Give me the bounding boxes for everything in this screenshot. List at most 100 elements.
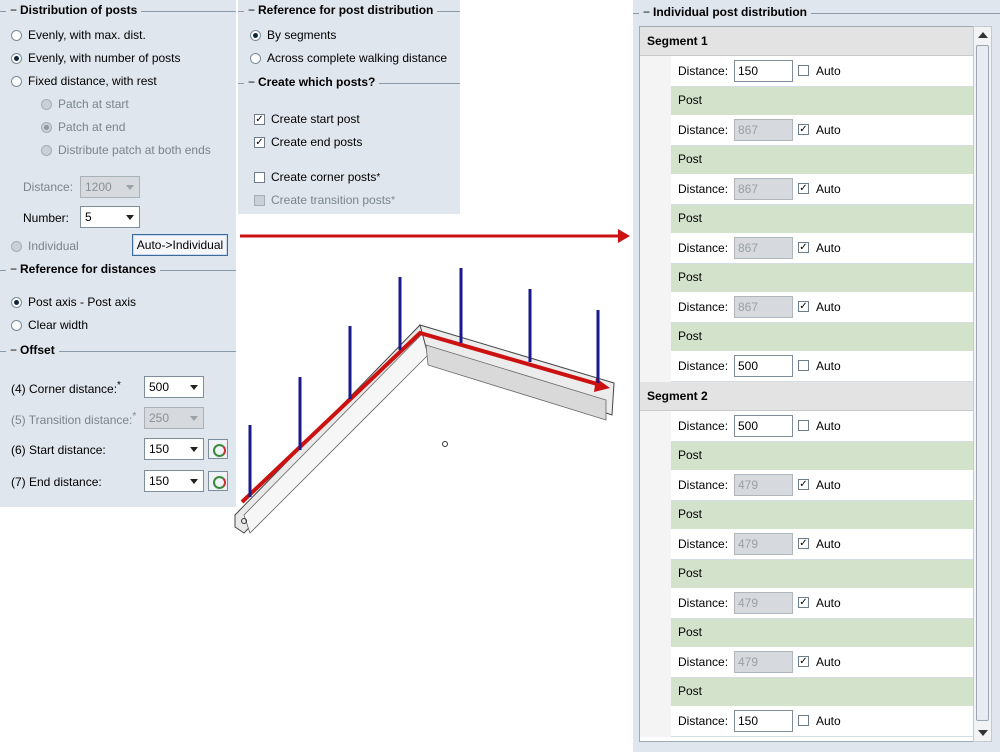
- end-distance-combo[interactable]: 150: [144, 470, 204, 492]
- post-row[interactable]: Post: [671, 264, 973, 292]
- distance-label: Distance:: [678, 64, 729, 78]
- distance-input[interactable]: 150: [734, 710, 793, 732]
- auto-label: Auto: [816, 537, 841, 551]
- number-label: Number:: [23, 211, 70, 225]
- checkmark-icon[interactable]: ✓: [798, 538, 809, 549]
- radio-icon: [11, 296, 22, 308]
- post-row[interactable]: Post: [671, 560, 973, 588]
- check-end-posts[interactable]: ✓ Create end posts: [254, 135, 362, 149]
- scroll-down-icon[interactable]: [978, 730, 988, 736]
- distance-row: Distance: 867 ✓ Auto: [671, 174, 973, 205]
- checkmark-icon[interactable]: ✓: [798, 479, 809, 490]
- radio-patch-start: Patch at start: [41, 97, 129, 111]
- scrollbar[interactable]: [973, 26, 992, 742]
- beam-left-face: [243, 330, 429, 534]
- checkbox-icon[interactable]: [798, 360, 809, 371]
- distance-row: Distance: 867 ✓ Auto: [671, 292, 973, 323]
- checkmark-icon: ✓: [254, 136, 265, 148]
- corner-distance-combo[interactable]: 500: [144, 376, 204, 398]
- checkbox-icon[interactable]: [798, 65, 809, 76]
- corner-distance-label: (4) Corner distance:*: [11, 380, 121, 396]
- distance-label: Distance:: [678, 300, 729, 314]
- radio-icon: [41, 144, 52, 156]
- radio-fixed-distance[interactable]: Fixed distance, with rest: [11, 74, 157, 88]
- post-row[interactable]: Post: [671, 87, 973, 115]
- individual-distribution-panel: Individual post distribution Segment 1 Di…: [633, 0, 1000, 752]
- radio-post-axis[interactable]: Post axis - Post axis: [11, 295, 136, 309]
- post-row[interactable]: Post: [671, 323, 973, 351]
- segment-indent: [640, 411, 671, 737]
- distance-input: 867: [734, 119, 793, 141]
- auto-label: Auto: [816, 359, 841, 373]
- radio-by-segments[interactable]: By segments: [250, 28, 336, 42]
- transition-distance-label: (5) Transition distance:*: [11, 411, 137, 427]
- distance-row: Distance: 867 ✓ Auto: [671, 115, 973, 146]
- auto-label: Auto: [816, 419, 841, 433]
- number-combo[interactable]: 5: [80, 206, 140, 228]
- distance-label: Distance:: [678, 478, 729, 492]
- checkbox-icon: [254, 171, 265, 183]
- scroll-up-icon[interactable]: [978, 32, 988, 38]
- check-start-post[interactable]: ✓ Create start post: [254, 112, 360, 126]
- auto-label: Auto: [816, 655, 841, 669]
- distance-input: 479: [734, 533, 793, 555]
- post-row[interactable]: Post: [671, 205, 973, 233]
- radio-icon: [11, 29, 22, 41]
- radio-complete-walking[interactable]: Across complete walking distance: [250, 51, 447, 65]
- check-transition-posts: Create transition posts *: [254, 193, 395, 207]
- post-row[interactable]: Post: [671, 501, 973, 529]
- distance-label: Distance:: [678, 655, 729, 669]
- checkbox-icon[interactable]: [798, 420, 809, 431]
- segment-header[interactable]: Segment 2: [640, 382, 973, 411]
- checkmark-icon[interactable]: ✓: [798, 242, 809, 253]
- reference-distances-section: Reference for distances Post axis - Post…: [0, 262, 236, 343]
- checkmark-icon[interactable]: ✓: [798, 301, 809, 312]
- radio-icon: [11, 240, 22, 252]
- start-distance-label: (6) Start distance:: [11, 443, 106, 457]
- start-distance-combo[interactable]: 150: [144, 438, 204, 460]
- pick-point-icon[interactable]: [208, 471, 228, 491]
- offset-title: Offset: [6, 343, 59, 357]
- distance-input: 867: [734, 237, 793, 259]
- auto-label: Auto: [816, 241, 841, 255]
- checkbox-icon[interactable]: [798, 715, 809, 726]
- distance-row: Distance: 479 ✓ Auto: [671, 647, 973, 678]
- distance-row: Distance: 500 Auto: [671, 411, 973, 442]
- checkmark-icon[interactable]: ✓: [798, 656, 809, 667]
- radio-icon: [41, 98, 52, 110]
- check-corner-posts[interactable]: Create corner posts *: [254, 170, 380, 184]
- distance-row: Distance: 479 ✓ Auto: [671, 529, 973, 560]
- checkmark-icon[interactable]: ✓: [798, 124, 809, 135]
- distance-input[interactable]: 500: [734, 355, 793, 377]
- transition-distance-combo: 250: [144, 407, 204, 429]
- auto-label: Auto: [816, 596, 841, 610]
- distance-label: Distance:: [678, 419, 729, 433]
- radio-clear-width[interactable]: Clear width: [11, 318, 88, 332]
- post-row[interactable]: Post: [671, 678, 973, 706]
- distribution-title: Distribution of posts: [6, 3, 142, 17]
- checkbox-icon: [254, 194, 265, 206]
- checkmark-icon[interactable]: ✓: [798, 597, 809, 608]
- scroll-thumb[interactable]: [976, 45, 989, 721]
- distance-input[interactable]: 500: [734, 415, 793, 437]
- radio-max-dist[interactable]: Evenly, with max. dist.: [11, 28, 146, 42]
- end-distance-label: (7) End distance:: [11, 475, 102, 489]
- distance-label: Distance:: [678, 241, 729, 255]
- individual-section: Individual post distribution: [633, 5, 1000, 19]
- which-posts-title: Create which posts?: [244, 75, 380, 89]
- radio-number-of-posts[interactable]: Evenly, with number of posts: [11, 51, 181, 65]
- distance-row: Distance: 150 Auto: [671, 706, 973, 737]
- auto-individual-button[interactable]: Auto->Individual: [132, 234, 228, 256]
- pick-point-icon[interactable]: [208, 439, 228, 459]
- post-row[interactable]: Post: [671, 442, 973, 470]
- auto-label: Auto: [816, 182, 841, 196]
- checkmark-icon[interactable]: ✓: [798, 183, 809, 194]
- distance-input: 867: [734, 296, 793, 318]
- post-row[interactable]: Post: [671, 619, 973, 647]
- distance-combo: 1200: [80, 176, 140, 198]
- post-row[interactable]: Post: [671, 146, 973, 174]
- segment-header[interactable]: Segment 1: [640, 27, 973, 56]
- distance-label: Distance:: [23, 180, 74, 194]
- radio-icon: [41, 121, 52, 133]
- distance-input[interactable]: 150: [734, 60, 793, 82]
